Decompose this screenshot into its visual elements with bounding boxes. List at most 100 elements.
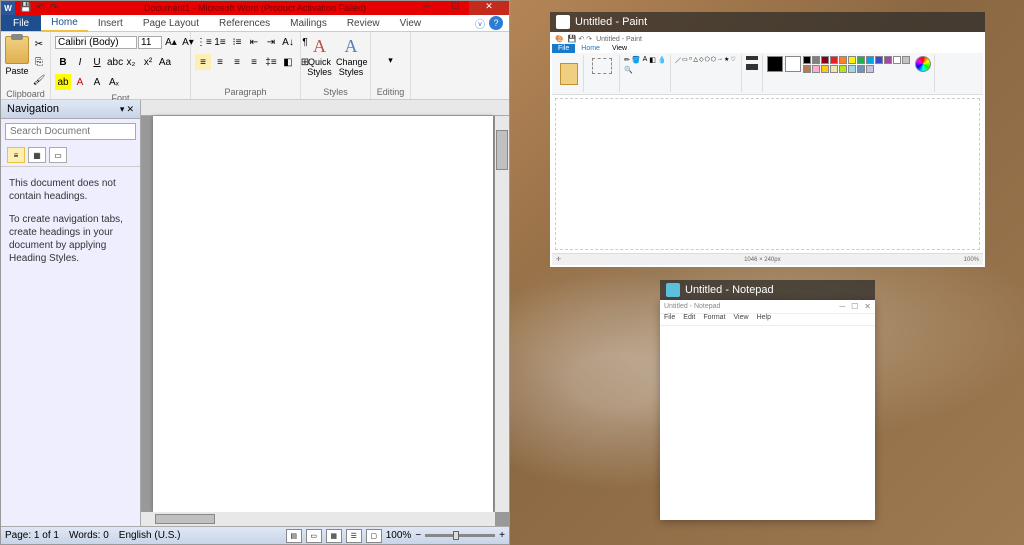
quick-styles-button[interactable]: A Quick Styles: [305, 34, 334, 77]
view-draft-button[interactable]: ▢: [366, 529, 382, 543]
paint-paste-icon[interactable]: [560, 63, 578, 85]
status-language[interactable]: English (U.S.): [119, 530, 181, 541]
nav-tab-results[interactable]: ▭: [49, 147, 67, 163]
tab-view[interactable]: View: [390, 16, 432, 31]
search-input[interactable]: [5, 123, 136, 140]
paint-taskbar-preview[interactable]: Untitled - Paint 🎨 💾 ↶ ↷ Untitled - Pain…: [550, 12, 985, 267]
notepad-window-thumbnail[interactable]: Untitled - Notepad ─ ☐ ✕ File Edit Forma…: [660, 300, 875, 520]
color-swatch[interactable]: [803, 65, 811, 73]
tab-references[interactable]: References: [209, 16, 280, 31]
color-swatch[interactable]: [821, 65, 829, 73]
color-swatch[interactable]: [857, 56, 865, 64]
paint-window-thumbnail[interactable]: 🎨 💾 ↶ ↷ Untitled - Paint File Home View …: [550, 32, 985, 267]
highlight-button[interactable]: ab: [55, 74, 71, 90]
color-swatch[interactable]: [812, 65, 820, 73]
view-full-screen-button[interactable]: ▭: [306, 529, 322, 543]
editing-dropdown-icon[interactable]: ▾: [388, 55, 393, 66]
text-effects-button[interactable]: A: [89, 74, 105, 90]
np-menu-help[interactable]: Help: [757, 314, 771, 325]
change-styles-button[interactable]: A Change Styles: [336, 34, 366, 77]
text-icon[interactable]: A: [643, 56, 648, 64]
nav-tab-pages[interactable]: ▦: [28, 147, 46, 163]
paint-select-icon[interactable]: [592, 58, 612, 74]
numbering-button[interactable]: 1≡: [212, 34, 228, 50]
np-menu-format[interactable]: Format: [703, 314, 725, 325]
fill-icon[interactable]: 🪣: [632, 56, 641, 64]
increase-indent-button[interactable]: ⇥: [263, 34, 279, 50]
tab-page-layout[interactable]: Page Layout: [133, 16, 209, 31]
line-spacing-button[interactable]: ‡≡: [263, 54, 279, 70]
color-swatch[interactable]: [857, 65, 865, 73]
nav-dropdown-icon[interactable]: ▾: [120, 104, 125, 115]
status-page[interactable]: Page: 1 of 1: [5, 530, 59, 541]
zoom-slider[interactable]: [425, 534, 495, 537]
close-button[interactable]: ✕: [469, 1, 509, 15]
bullets-button[interactable]: ⋮≡: [195, 34, 211, 50]
size-icon[interactable]: [746, 56, 758, 76]
paint-file-tab[interactable]: File: [552, 44, 575, 53]
zoom-level[interactable]: 100%: [386, 530, 412, 541]
help-icon[interactable]: ?: [489, 16, 503, 30]
paint-canvas[interactable]: [555, 98, 980, 250]
align-left-button[interactable]: ≡: [195, 54, 211, 70]
bold-button[interactable]: B: [55, 54, 71, 70]
superscript-button[interactable]: x²: [140, 54, 156, 70]
undo-icon[interactable]: ↶: [34, 2, 46, 14]
edit-colors-icon[interactable]: [915, 56, 931, 72]
font-name-select[interactable]: [55, 36, 137, 49]
zoom-out-button[interactable]: −: [415, 530, 421, 541]
np-maximize-icon[interactable]: ☐: [851, 302, 858, 311]
color-swatch[interactable]: [848, 65, 856, 73]
horizontal-ruler[interactable]: [141, 100, 509, 116]
minimize-button[interactable]: ─: [413, 1, 441, 15]
scrollbar-thumb[interactable]: [155, 514, 215, 524]
align-center-button[interactable]: ≡: [212, 54, 228, 70]
paste-button[interactable]: Paste: [5, 34, 29, 76]
tab-mailings[interactable]: Mailings: [280, 16, 337, 31]
view-print-layout-button[interactable]: ▤: [286, 529, 302, 543]
copy-icon[interactable]: ⎘: [31, 54, 47, 70]
subscript-button[interactable]: x₂: [123, 54, 139, 70]
change-case-button[interactable]: Aa: [157, 54, 173, 70]
color-swatch[interactable]: [830, 56, 838, 64]
color-swatch[interactable]: [812, 56, 820, 64]
nav-close-icon[interactable]: ✕: [126, 104, 134, 115]
font-color-button[interactable]: A: [72, 74, 88, 90]
redo-icon[interactable]: ↷: [48, 2, 60, 14]
nav-tab-headings[interactable]: ≡: [7, 147, 25, 163]
color-swatch[interactable]: [893, 56, 901, 64]
format-painter-icon[interactable]: 🖌: [31, 72, 47, 88]
notepad-taskbar-preview[interactable]: Untitled - Notepad Untitled - Notepad ─ …: [660, 280, 875, 520]
color-swatch[interactable]: [830, 65, 838, 73]
notepad-text-area[interactable]: [660, 326, 875, 520]
save-icon[interactable]: 💾: [20, 2, 32, 14]
paint-view-tab[interactable]: View: [606, 44, 633, 53]
horizontal-scrollbar[interactable]: [141, 512, 495, 526]
color-swatch[interactable]: [803, 56, 811, 64]
align-right-button[interactable]: ≡: [229, 54, 245, 70]
multilevel-list-button[interactable]: ⁝≡: [229, 34, 245, 50]
view-web-layout-button[interactable]: ▦: [326, 529, 342, 543]
italic-button[interactable]: I: [72, 54, 88, 70]
view-outline-button[interactable]: ☰: [346, 529, 362, 543]
scrollbar-thumb[interactable]: [496, 130, 508, 170]
minimize-ribbon-icon[interactable]: ⓥ: [475, 16, 485, 31]
np-menu-view[interactable]: View: [734, 314, 749, 325]
decrease-indent-button[interactable]: ⇤: [246, 34, 262, 50]
underline-button[interactable]: U: [89, 54, 105, 70]
tab-file[interactable]: File: [1, 15, 41, 31]
document-page[interactable]: [153, 116, 493, 512]
grow-font-icon[interactable]: A▴: [163, 34, 179, 50]
np-minimize-icon[interactable]: ─: [839, 302, 845, 311]
status-words[interactable]: Words: 0: [69, 530, 109, 541]
tab-insert[interactable]: Insert: [88, 16, 133, 31]
paint-home-tab[interactable]: Home: [575, 44, 606, 53]
vertical-scrollbar[interactable]: [495, 116, 509, 512]
tab-home[interactable]: Home: [41, 15, 88, 32]
strikethrough-button[interactable]: abc: [106, 54, 122, 70]
color-swatch[interactable]: [902, 56, 910, 64]
eraser-icon[interactable]: ◧: [649, 56, 656, 64]
zoom-icon[interactable]: 🔍: [624, 66, 633, 74]
tab-review[interactable]: Review: [337, 16, 390, 31]
sort-button[interactable]: A↓: [280, 34, 296, 50]
